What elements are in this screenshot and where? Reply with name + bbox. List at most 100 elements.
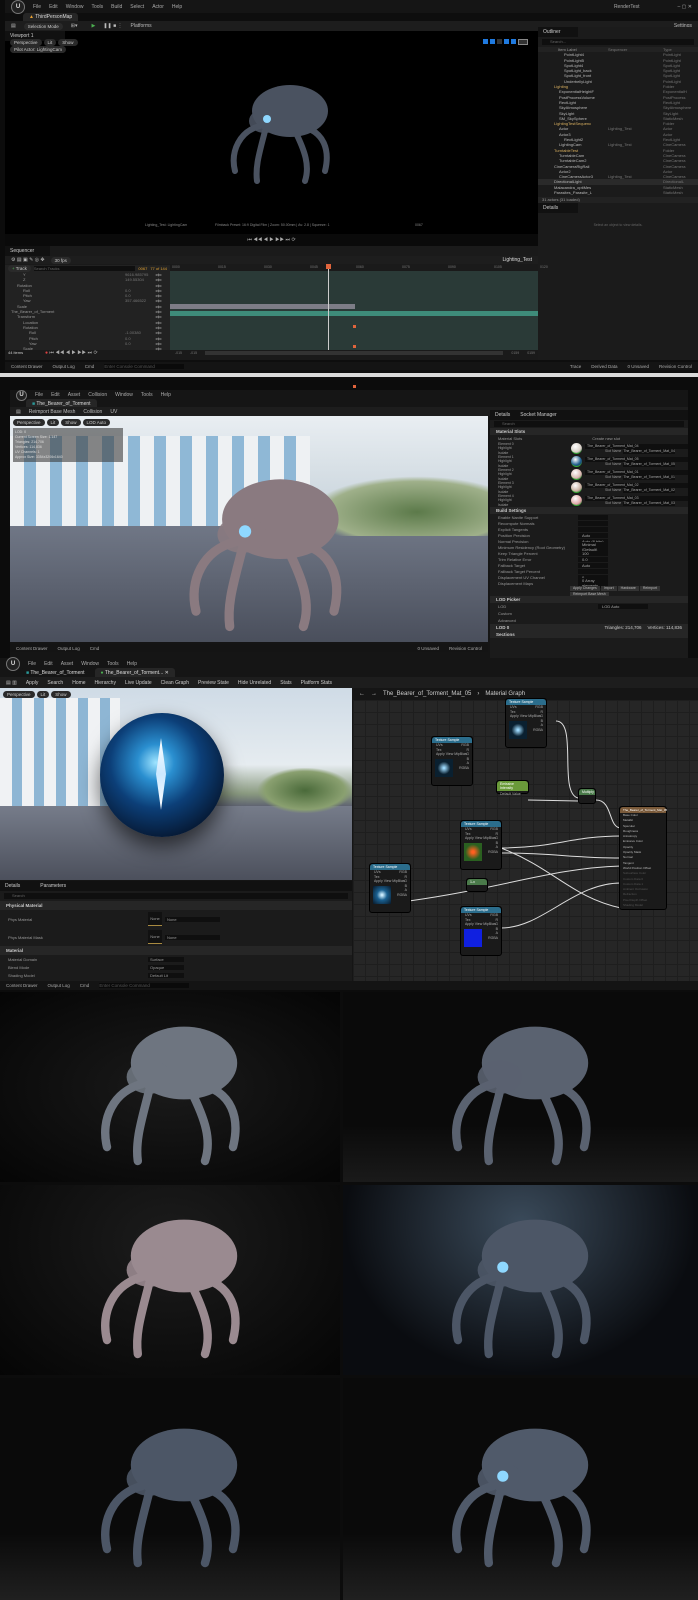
build-setting-value[interactable] [578,520,608,526]
content-drawer-button[interactable]: Content Drawer [6,983,38,988]
isolate-checkbox[interactable]: Isolate [498,464,568,468]
viewport-tools[interactable] [483,39,528,45]
output-pin[interactable]: G [495,922,498,926]
menu-collision[interactable]: Collision [88,392,107,398]
parameters-tab[interactable]: Parameters [40,883,66,889]
add-actor-icon[interactable]: ⊞▾ [71,23,78,29]
toolbar-hide-unrelated[interactable]: Hide Unrelated [238,680,271,686]
timeline-ruler[interactable]: 0000 0015 0030 0045 0060 0075 0090 0105 0120 [170,265,548,271]
lod-button[interactable]: LOD Auto [82,419,111,426]
section-physical-material[interactable]: Physical Material [0,901,352,910]
section-material-slots[interactable]: Material Slots [490,428,688,435]
material-thumbnail[interactable] [571,443,582,454]
texture-sample-node[interactable]: Texture Sample UVs Tex Apply View MipBias RG… [431,736,473,786]
toolbar-apply[interactable]: Apply [26,680,39,686]
toolbar-live-update[interactable]: Live Update [125,680,152,686]
lod-dropdown[interactable]: LOD Auto [598,604,648,609]
menu-file[interactable]: File [35,392,43,398]
toolbar-stats[interactable]: Stats [280,680,291,686]
collision-dropdown[interactable]: Collision [83,409,102,415]
toolbar-platform-stats[interactable]: Platform Stats [301,680,332,686]
save-icon[interactable]: ▤ [11,23,16,29]
slot-name-input[interactable]: The_Bearer_of_Torment_Mat_04 [623,448,675,454]
input-pin[interactable]: UVs [465,827,472,831]
menu-edit[interactable]: Edit [49,4,58,10]
menu-tools[interactable]: Tools [107,661,119,667]
asset-dropdown[interactable]: None [165,916,220,922]
uv-dropdown[interactable]: UV [110,409,117,415]
menu-tools[interactable]: Tools [141,392,153,398]
output-pin[interactable]: A [496,931,498,935]
build-setting-value[interactable] [578,514,608,520]
material-thumbnail[interactable] [571,495,582,506]
menu-actor[interactable]: Actor [152,4,164,10]
lit-button[interactable]: Lit [36,691,50,698]
output-pin[interactable]: RGBA [397,893,407,897]
output-pin[interactable]: G [404,879,407,883]
input-pin[interactable]: Apply View MipBias [436,752,467,756]
isolate-checkbox[interactable]: Isolate [498,477,568,481]
menu-edit[interactable]: Edit [51,392,60,398]
isolate-checkbox[interactable]: Isolate [498,503,568,507]
output-log-button[interactable]: Output Log [58,646,80,651]
track-search[interactable]: Search Tracks [33,266,136,271]
menu-tools[interactable]: Tools [91,4,103,10]
section-lod-picker[interactable]: LOD Picker [490,596,688,603]
output-pin[interactable]: RGBA [533,728,543,732]
lit-button[interactable]: Lit [46,419,60,426]
outliner-search[interactable]: Search... [542,39,694,45]
toolbar-preview-state[interactable]: Preview State [198,680,229,686]
input-pin[interactable]: Tex [465,918,470,922]
playhead-handle[interactable] [326,264,331,269]
material-preview-viewport[interactable]: Perspective Lit Show [0,688,352,880]
input-pin[interactable]: Tex [465,832,470,836]
platforms-dropdown[interactable]: Platforms [131,23,152,29]
cmd-dropdown[interactable]: Cmd [80,983,90,988]
output-pin[interactable]: A [541,723,543,727]
material-setting-dropdown[interactable]: Opaque [148,964,184,970]
build-setting-value[interactable] [578,526,608,532]
pause-icon[interactable]: ❚❚ ■ ⋮ [103,23,122,29]
console-input[interactable]: Enter Console Command [99,983,190,988]
build-button[interactable]: Reimport Base Mesh [570,591,609,596]
output-pin[interactable]: R [540,710,543,714]
asset-thumbnail[interactable]: None [148,930,162,944]
show-button[interactable]: Show [51,691,71,698]
revision-control-button[interactable]: Revision Control [659,364,692,369]
material-thumbnail[interactable] [571,456,582,467]
viewport[interactable]: Viewport 1 Perspective Lit Show Pilot Ac… [5,31,538,246]
lit-button[interactable]: Lit [43,39,57,46]
playhead[interactable] [328,265,329,350]
menu-window[interactable]: Window [66,4,84,10]
slot-name-input[interactable]: The_Bearer_of_Torment_Mat_05 [623,461,675,467]
input-pin[interactable]: Tex [374,875,379,879]
pilot-actor-label[interactable]: Pilot Actor: LightingCam [10,46,67,53]
material-setting-dropdown[interactable]: Default Lit [148,972,184,978]
menu-select[interactable]: Select [130,4,144,10]
output-pin[interactable]: RGB [461,743,469,747]
output-pin[interactable]: RGBA [488,936,498,940]
build-button[interactable]: Reimport [639,586,661,591]
range-bar[interactable]: -015 -015 0159 0159 [175,351,535,355]
add-track-button[interactable]: + Track [8,265,31,272]
mesh-viewport[interactable]: Perspective Lit Show LOD Auto LOD: 0 Curr… [10,416,488,642]
derived-data-button[interactable]: Derived Data [591,364,617,369]
menu-file[interactable]: File [33,4,41,10]
material-thumbnail[interactable] [571,469,582,480]
output-pin[interactable]: A [467,761,469,765]
output-pin[interactable]: RGB [535,705,543,709]
material-thumbnail[interactable] [571,482,582,493]
sequencer-tab[interactable]: Sequencer [5,246,50,256]
material-setting-dropdown[interactable]: Surface [148,956,184,962]
output-pin[interactable]: A [405,888,407,892]
trace-button[interactable]: Trace [570,364,581,369]
output-pin[interactable]: G [495,836,498,840]
menu-help[interactable]: Help [127,661,137,667]
menu-file[interactable]: File [28,661,36,667]
toolbar-home[interactable]: Home [72,680,85,686]
texture-sample-node[interactable]: Texture Sample UVs Tex Apply View MipBias RG… [369,863,411,913]
input-pin[interactable]: Apply View MipBias [465,922,496,926]
sequencer-tools-icon[interactable]: ⚙ ▤ ▣ ✎ ◎ ✥ [11,257,45,263]
section-lod0[interactable]: LOD 0 Triangles: 214,706 Vertices: 114,836 [490,624,688,631]
map-tab[interactable]: ▲ ThirdPersonMap [23,13,79,21]
